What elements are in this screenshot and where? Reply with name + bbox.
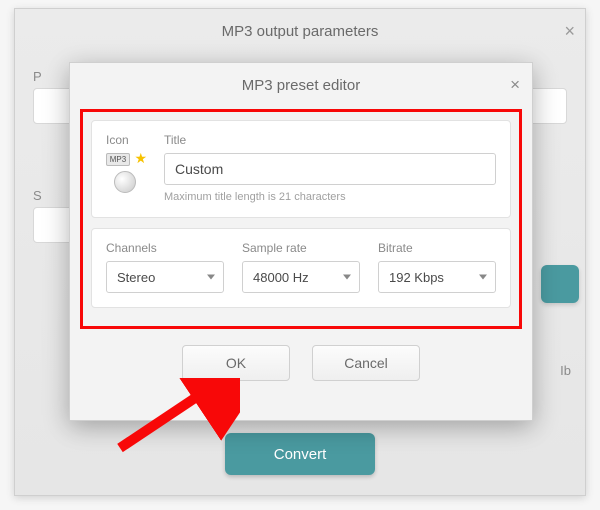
sample-rate-label: Sample rate bbox=[242, 241, 360, 255]
outer-header: MP3 output parameters × bbox=[15, 9, 585, 53]
audio-panel: Channels Stereo Sample rate 48000 Hz Bit… bbox=[91, 228, 511, 308]
icon-column: Icon MP3 ★ bbox=[106, 133, 150, 203]
bitrate-label: Bitrate bbox=[378, 241, 496, 255]
channels-label: Channels bbox=[106, 241, 224, 255]
unit-text: Ib bbox=[560, 363, 571, 378]
convert-button[interactable]: Convert bbox=[225, 433, 375, 475]
outer-title: MP3 output parameters bbox=[222, 23, 379, 40]
cancel-button[interactable]: Cancel bbox=[312, 345, 420, 381]
preset-editor-dialog: MP3 preset editor × Icon MP3 ★ Title Max… bbox=[69, 62, 533, 421]
star-icon: ★ bbox=[134, 150, 147, 167]
chevron-down-icon bbox=[343, 275, 351, 280]
sample-rate-select[interactable]: 48000 Hz bbox=[242, 261, 360, 293]
dialog-header: MP3 preset editor × bbox=[70, 63, 532, 107]
close-icon[interactable]: × bbox=[510, 75, 520, 95]
dialog-title: MP3 preset editor bbox=[242, 77, 360, 94]
sample-rate-value: 48000 Hz bbox=[253, 270, 309, 285]
title-panel: Icon MP3 ★ Title Maximum title length is… bbox=[91, 120, 511, 218]
bitrate-column: Bitrate 192 Kbps bbox=[378, 241, 496, 293]
bitrate-value: 192 Kbps bbox=[389, 270, 444, 285]
title-input[interactable] bbox=[164, 153, 496, 185]
mp3-file-icon[interactable]: MP3 ★ bbox=[106, 153, 146, 193]
close-icon[interactable]: × bbox=[564, 21, 575, 42]
title-column: Title Maximum title length is 21 charact… bbox=[164, 133, 496, 203]
mp3-badge: MP3 bbox=[106, 153, 130, 166]
title-label: Title bbox=[164, 133, 496, 147]
dialog-button-row: OK Cancel bbox=[70, 345, 532, 381]
channels-select[interactable]: Stereo bbox=[106, 261, 224, 293]
channels-column: Channels Stereo bbox=[106, 241, 224, 293]
side-button-teal[interactable] bbox=[541, 265, 579, 303]
chevron-down-icon bbox=[479, 275, 487, 280]
knob-icon bbox=[114, 171, 136, 193]
ok-button[interactable]: OK bbox=[182, 345, 290, 381]
highlight-frame: Icon MP3 ★ Title Maximum title length is… bbox=[80, 109, 522, 329]
bitrate-select[interactable]: 192 Kbps bbox=[378, 261, 496, 293]
title-hint: Maximum title length is 21 characters bbox=[164, 191, 496, 203]
icon-label: Icon bbox=[106, 133, 150, 147]
sample-rate-column: Sample rate 48000 Hz bbox=[242, 241, 360, 293]
channels-value: Stereo bbox=[117, 270, 155, 285]
chevron-down-icon bbox=[207, 275, 215, 280]
